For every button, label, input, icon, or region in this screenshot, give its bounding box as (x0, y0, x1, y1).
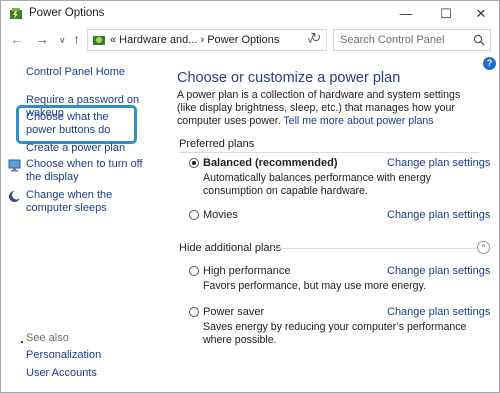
sidebar-item-turn-off-display[interactable]: Choose when to turn off the display (26, 158, 151, 184)
minimize-button[interactable]: — (391, 4, 421, 24)
power-options-app-icon (10, 8, 22, 19)
forward-arrow-icon[interactable]: → (35, 31, 49, 47)
sidebar: Control Panel Home Require a password on… (1, 56, 171, 392)
power-options-window: Power Options — ☐ ✕ ← → ∨ ↑ « Hardware a… (0, 0, 500, 393)
breadcrumb[interactable]: « Hardware and... › Power Options (110, 34, 279, 46)
radio-movies[interactable] (189, 210, 199, 220)
plan-name[interactable]: Balanced (recommended) (203, 157, 337, 169)
collapse-chevron-up-icon[interactable]: ^ (477, 241, 490, 254)
up-arrow-icon[interactable]: ↑ (73, 31, 80, 47)
plan-name[interactable]: Movies (203, 209, 238, 221)
plan-name[interactable]: High performance (203, 265, 290, 277)
plan-description: Favors performance, but may use more ene… (203, 280, 426, 292)
sidebar-item-personalization[interactable]: Personalization (26, 349, 101, 362)
bullet-dot (21, 341, 23, 343)
monitor-icon (8, 159, 21, 172)
maximize-button[interactable]: ☐ (431, 4, 461, 24)
back-arrow-icon[interactable]: ← (10, 31, 24, 47)
window-title: Power Options (29, 7, 105, 19)
refresh-icon[interactable]: ↻ (306, 30, 326, 48)
close-button[interactable]: ✕ (466, 4, 496, 24)
plan-name[interactable]: Power saver (203, 306, 264, 318)
sidebar-item-create-plan[interactable]: Create a power plan (26, 142, 125, 155)
page-description: A power plan is a collection of hardware… (177, 89, 482, 128)
change-plan-settings-movies[interactable]: Change plan settings (387, 209, 490, 221)
divider (179, 152, 479, 153)
moon-icon (9, 190, 21, 202)
radio-high-performance[interactable] (189, 266, 199, 276)
learn-more-link[interactable]: Tell me more about power plans (283, 115, 433, 127)
divider (272, 248, 476, 249)
recent-locations-chevron-icon[interactable]: ∨ (59, 32, 66, 48)
search-icon (473, 34, 485, 46)
sidebar-item-control-panel-home[interactable]: Control Panel Home (26, 66, 125, 79)
hide-additional-plans-toggle[interactable]: Hide additional plans (179, 242, 281, 254)
preferred-plans-heading: Preferred plans (179, 138, 255, 150)
change-plan-settings-balanced[interactable]: Change plan settings (387, 157, 490, 169)
plan-description: Automatically balances performance with … (203, 172, 431, 197)
search-input[interactable]: Search Control Panel (333, 29, 491, 51)
title-bar: Power Options — ☐ ✕ (1, 1, 499, 26)
plan-description: Saves energy by reducing your computer’s… (203, 321, 467, 346)
help-icon[interactable]: ? (483, 57, 496, 70)
change-plan-settings-power-saver[interactable]: Change plan settings (387, 306, 490, 318)
address-toolbar: ← → ∨ ↑ « Hardware and... › Power Option… (1, 28, 499, 52)
control-panel-icon (93, 36, 105, 45)
address-bar[interactable]: « Hardware and... › Power Options (87, 29, 327, 51)
highlight-annotation (16, 105, 137, 144)
sidebar-item-user-accounts[interactable]: User Accounts (26, 367, 97, 380)
see-also-heading: See also (26, 332, 69, 344)
radio-balanced[interactable] (189, 158, 199, 168)
search-placeholder: Search Control Panel (340, 34, 445, 46)
change-plan-settings-high-performance[interactable]: Change plan settings (387, 265, 490, 277)
radio-power-saver[interactable] (189, 307, 199, 317)
sidebar-item-computer-sleeps[interactable]: Change when the computer sleeps (26, 189, 151, 215)
page-title: Choose or customize a power plan (177, 70, 401, 86)
